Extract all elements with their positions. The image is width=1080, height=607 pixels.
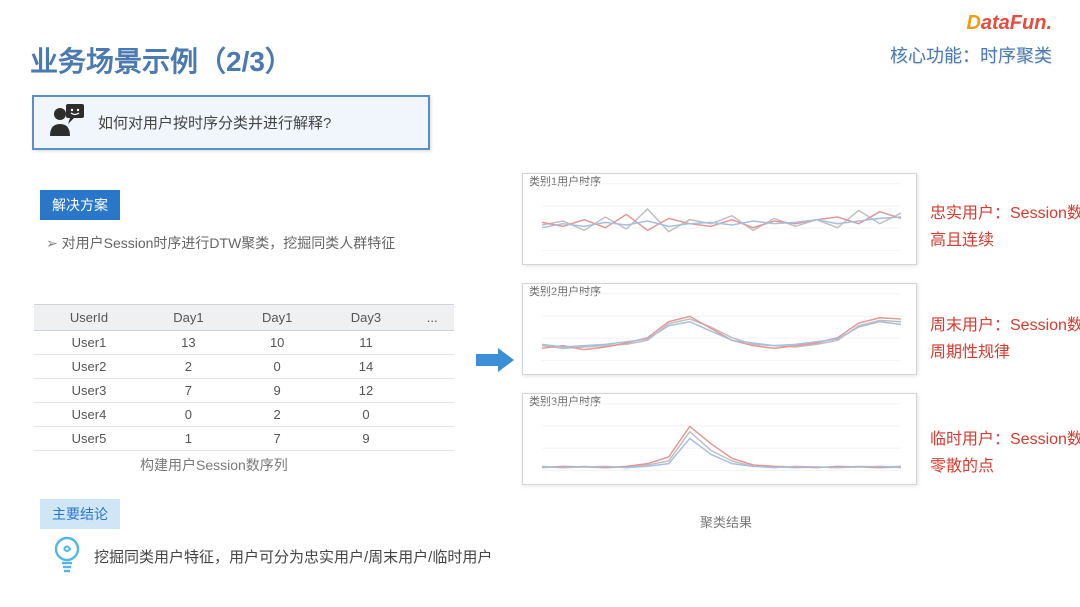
table-cell: 0 xyxy=(144,403,233,427)
chart-note-3: 临时用户：Session数为零散的点 xyxy=(930,426,1080,480)
conclusion-tag: 主要结论 xyxy=(40,499,120,529)
table-cell xyxy=(410,331,454,355)
cluster-chart-3: 类别3用户时序 xyxy=(522,393,917,485)
col-header: Day1 xyxy=(144,305,233,331)
table-cell: 7 xyxy=(233,427,322,451)
table-cell: 9 xyxy=(233,379,322,403)
table-cell: 13 xyxy=(144,331,233,355)
table-caption: 构建用户Session数序列 xyxy=(140,455,288,475)
table-cell: 12 xyxy=(322,379,411,403)
table-cell: User3 xyxy=(34,379,144,403)
question-box: 如何对用户按时序分类并进行解释? xyxy=(32,95,430,150)
person-speech-icon xyxy=(46,102,86,143)
lightbulb-icon xyxy=(50,534,84,579)
core-feature-label: 核心功能：时序聚类 xyxy=(890,42,1052,68)
solution-tag: 解决方案 xyxy=(40,190,120,220)
cluster-chart-2: 类别2用户时序 xyxy=(522,283,917,375)
conclusion-row: 挖掘同类用户特征，用户可分为忠实用户/周末用户/临时用户 xyxy=(50,534,492,579)
col-header: Day3 xyxy=(322,305,411,331)
table-row: User37912 xyxy=(34,379,454,403)
solution-text: 对用户Session时序进行DTW聚类，挖掘同类人群特征 xyxy=(46,233,395,253)
conclusion-text: 挖掘同类用户特征，用户可分为忠实用户/周末用户/临时用户 xyxy=(94,546,492,567)
table-cell xyxy=(410,403,454,427)
session-table: UserIdDay1Day1Day3... User1131011User220… xyxy=(34,304,454,451)
table-row: User4020 xyxy=(34,403,454,427)
table-cell: 0 xyxy=(322,403,411,427)
table-cell: User5 xyxy=(34,427,144,451)
table-cell: 11 xyxy=(322,331,411,355)
logo: DataFun. xyxy=(966,12,1052,35)
table-cell: User4 xyxy=(34,403,144,427)
table-row: User22014 xyxy=(34,355,454,379)
question-text: 如何对用户按时序分类并进行解释? xyxy=(98,112,331,133)
table-cell xyxy=(410,355,454,379)
charts-caption: 聚类结果 xyxy=(700,512,752,531)
chart-note-1: 忠实用户：Session数较高且连续 xyxy=(930,200,1080,254)
table-cell: 2 xyxy=(233,403,322,427)
cluster-chart-1: 类别1用户时序 xyxy=(522,173,917,265)
col-header: UserId xyxy=(34,305,144,331)
table-cell xyxy=(410,379,454,403)
col-header: Day1 xyxy=(233,305,322,331)
page-title: 业务场景示例（2/3） xyxy=(30,40,293,80)
table-cell: User1 xyxy=(34,331,144,355)
table-cell: 7 xyxy=(144,379,233,403)
table-cell: User2 xyxy=(34,355,144,379)
table-row: User5179 xyxy=(34,427,454,451)
arrow-right-icon xyxy=(476,346,516,379)
chart-note-2: 周末用户：Session数有周期性规律 xyxy=(930,312,1080,366)
table-cell: 0 xyxy=(233,355,322,379)
table-cell: 10 xyxy=(233,331,322,355)
table-cell: 1 xyxy=(144,427,233,451)
table-row: User1131011 xyxy=(34,331,454,355)
table-cell xyxy=(410,427,454,451)
table-cell: 14 xyxy=(322,355,411,379)
col-header: ... xyxy=(410,305,454,331)
cluster-charts: 类别1用户时序 类别2用户时序 类别3用户时序 xyxy=(522,173,917,503)
table-cell: 2 xyxy=(144,355,233,379)
table-cell: 9 xyxy=(322,427,411,451)
